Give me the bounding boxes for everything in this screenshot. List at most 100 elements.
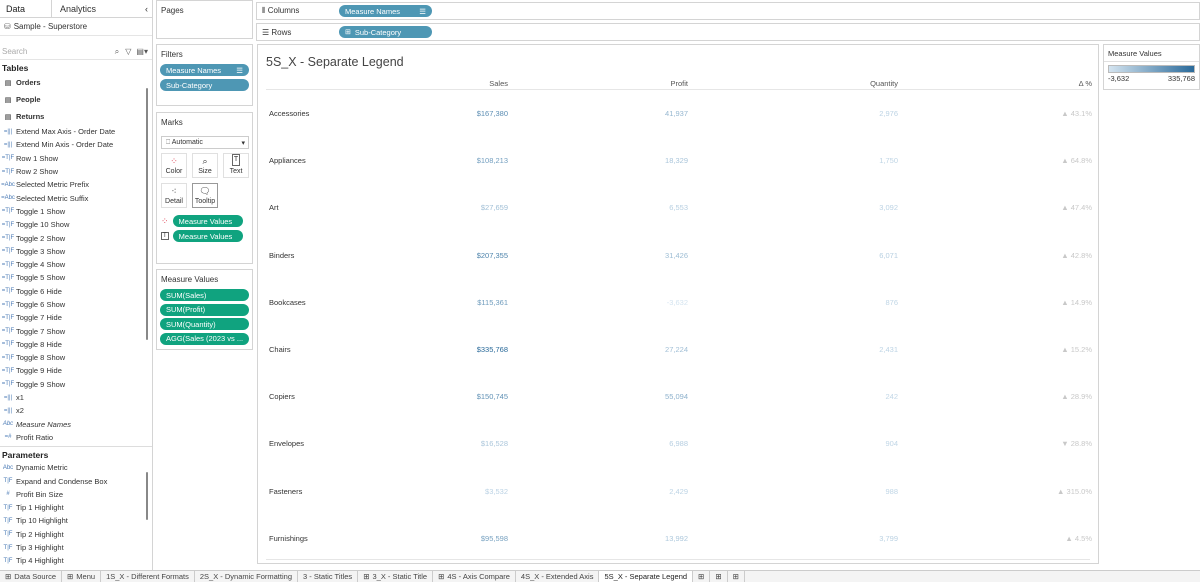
view-options-icon[interactable]: ▤▾ [134, 47, 150, 56]
cell-quantity[interactable]: 988 [828, 487, 898, 496]
field-item[interactable]: =Abc Selected Metric Prefix [0, 178, 152, 191]
cell-delta[interactable]: ▲ 315.0% [1022, 487, 1092, 496]
parameters-scrollbar[interactable] [146, 472, 148, 520]
row-label[interactable]: Binders [269, 251, 294, 260]
sheet-tab[interactable]: ⊞ Data Source [0, 571, 62, 582]
measure-value-pill[interactable]: AGG(Sales (2023 vs ... [160, 332, 249, 345]
pages-shelf[interactable]: Pages [156, 0, 253, 39]
measure-value-pill[interactable]: SUM(Sales) [160, 289, 249, 301]
cell-quantity[interactable]: 904 [828, 439, 898, 448]
mark-pill-measure-values-color[interactable]: Measure Values [172, 215, 243, 227]
measure-value-pill[interactable]: SUM(Quantity) [160, 318, 249, 330]
sheet-tab[interactable]: 2S_X - Dynamic Formatting [195, 571, 298, 582]
filter-icon[interactable]: ▽ [122, 47, 134, 56]
field-item[interactable]: =T|F Row 1 Show [0, 152, 152, 165]
detail-button[interactable]: ⁖ Detail [161, 183, 187, 208]
tab-analytics[interactable]: Analytics [52, 0, 139, 17]
table-item[interactable]: ▤ Orders [0, 74, 152, 91]
cell-sales[interactable]: $115,361 [438, 298, 508, 307]
column-header-quantity[interactable]: Quantity [848, 79, 898, 88]
cell-delta[interactable]: ▲ 47.4% [1022, 203, 1092, 212]
row-label[interactable]: Chairs [269, 345, 291, 354]
row-label[interactable]: Appliances [269, 156, 306, 165]
field-item[interactable]: =||| Extend Min Axis - Order Date [0, 138, 152, 151]
cell-quantity[interactable]: 3,092 [828, 203, 898, 212]
field-item[interactable]: Abc Measure Names [0, 418, 152, 431]
search-icon[interactable]: ⌕ [112, 47, 122, 57]
sheet-tab[interactable]: 5S_X - Separate Legend [599, 571, 694, 582]
size-button[interactable]: ⌕ Size [192, 153, 218, 178]
legend-color-ramp[interactable] [1108, 65, 1195, 73]
parameter-item[interactable]: T|F Tip 4 Highlight [0, 554, 152, 567]
field-item[interactable]: =T|F Toggle 7 Show [0, 324, 152, 337]
cell-profit[interactable]: 55,094 [618, 392, 688, 401]
sheet-tab[interactable]: 1S_X - Different Formats [101, 571, 195, 582]
parameter-item[interactable]: Abc Dynamic Metric [0, 461, 152, 474]
tab-data[interactable]: Data [0, 0, 52, 17]
sheet-tab[interactable]: 3 - Static Titles [298, 571, 359, 582]
cell-quantity[interactable]: 2,976 [828, 109, 898, 118]
cell-quantity[interactable]: 6,071 [828, 251, 898, 260]
new-story-icon[interactable]: ⊞ [728, 571, 745, 582]
mark-type-dropdown[interactable]: ⎕ Automatic ▾ [161, 136, 249, 149]
cell-profit[interactable]: 31,426 [618, 251, 688, 260]
field-item[interactable]: =||| x1 [0, 391, 152, 404]
cell-profit[interactable]: 27,224 [618, 345, 688, 354]
new-worksheet-icon[interactable]: ⊞ [693, 571, 711, 582]
cell-profit[interactable]: 18,329 [618, 156, 688, 165]
column-header-sales[interactable]: Sales [458, 79, 508, 88]
field-item[interactable]: =T|F Toggle 4 Show [0, 258, 152, 271]
field-item[interactable]: =T|F Toggle 6 Show [0, 298, 152, 311]
cell-profit[interactable]: -3,632 [618, 298, 688, 307]
cell-sales[interactable]: $3,532 [438, 487, 508, 496]
cell-sales[interactable]: $150,745 [438, 392, 508, 401]
parameter-item[interactable]: # Profit Bin Size [0, 488, 152, 501]
field-item[interactable]: =T|F Toggle 5 Show [0, 271, 152, 284]
columns-pill-measure-names[interactable]: Measure Names ☰ [339, 5, 432, 17]
field-item[interactable]: =T|F Toggle 10 Show [0, 218, 152, 231]
row-label[interactable]: Envelopes [269, 439, 304, 448]
cell-sales[interactable]: $95,598 [438, 534, 508, 543]
cell-delta[interactable]: ▲ 14.9% [1022, 298, 1092, 307]
field-item[interactable]: =T|F Toggle 9 Hide [0, 364, 152, 377]
cell-sales[interactable]: $108,213 [438, 156, 508, 165]
cell-sales[interactable]: $207,355 [438, 251, 508, 260]
field-item[interactable]: =Abc Selected Metric Suffix [0, 191, 152, 204]
filter-pill-sub-category[interactable]: Sub-Category [160, 79, 249, 91]
cell-sales[interactable]: $335,768 [438, 345, 508, 354]
field-item[interactable]: =T|F Toggle 9 Show [0, 378, 152, 391]
cell-profit[interactable]: 41,937 [618, 109, 688, 118]
new-dashboard-icon[interactable]: ⊞ [710, 571, 728, 582]
cell-profit[interactable]: 6,988 [618, 439, 688, 448]
column-header-delta[interactable]: Δ % [1042, 79, 1092, 88]
mark-pill-measure-values-text[interactable]: Measure Values [172, 230, 243, 242]
field-item[interactable]: =T|F Toggle 2 Show [0, 231, 152, 244]
field-item[interactable]: =T|F Toggle 6 Hide [0, 285, 152, 298]
parameter-item[interactable]: T|F Tip 10 Highlight [0, 514, 152, 527]
parameter-item[interactable]: T|F Tip 1 Highlight [0, 501, 152, 514]
cell-delta[interactable]: ▲ 43.1% [1022, 109, 1092, 118]
rows-pill-sub-category[interactable]: ⊞ Sub-Category [339, 26, 432, 38]
row-label[interactable]: Art [269, 203, 279, 212]
tables-scrollbar[interactable] [146, 88, 148, 340]
field-item[interactable]: =T|F Toggle 8 Show [0, 351, 152, 364]
table-item[interactable]: ▤ Returns [0, 108, 152, 125]
cell-sales[interactable]: $167,380 [438, 109, 508, 118]
field-item[interactable]: =||| Extend Max Axis - Order Date [0, 125, 152, 138]
field-item[interactable]: =T|F Toggle 3 Show [0, 245, 152, 258]
cell-profit[interactable]: 2,429 [618, 487, 688, 496]
row-label[interactable]: Furnishings [269, 534, 308, 543]
field-item[interactable]: =||| x2 [0, 404, 152, 417]
parameter-item[interactable]: T|F Tip 2 Highlight [0, 528, 152, 541]
field-item[interactable]: =T|F Toggle 1 Show [0, 205, 152, 218]
cell-sales[interactable]: $27,659 [438, 203, 508, 212]
sheet-tab[interactable]: 4S_X - Extended Axis [516, 571, 600, 582]
column-header-profit[interactable]: Profit [638, 79, 688, 88]
filter-pill-measure-names[interactable]: Measure Names ☰ [160, 64, 249, 76]
cell-delta[interactable]: ▲ 15.2% [1022, 345, 1092, 354]
collapse-pane-icon[interactable]: ‹ [139, 0, 152, 17]
cell-delta[interactable]: ▲ 64.8% [1022, 156, 1092, 165]
measure-value-pill[interactable]: SUM(Profit) [160, 303, 249, 316]
cell-quantity[interactable]: 242 [828, 392, 898, 401]
field-item[interactable]: =T|F Toggle 8 Hide [0, 338, 152, 351]
